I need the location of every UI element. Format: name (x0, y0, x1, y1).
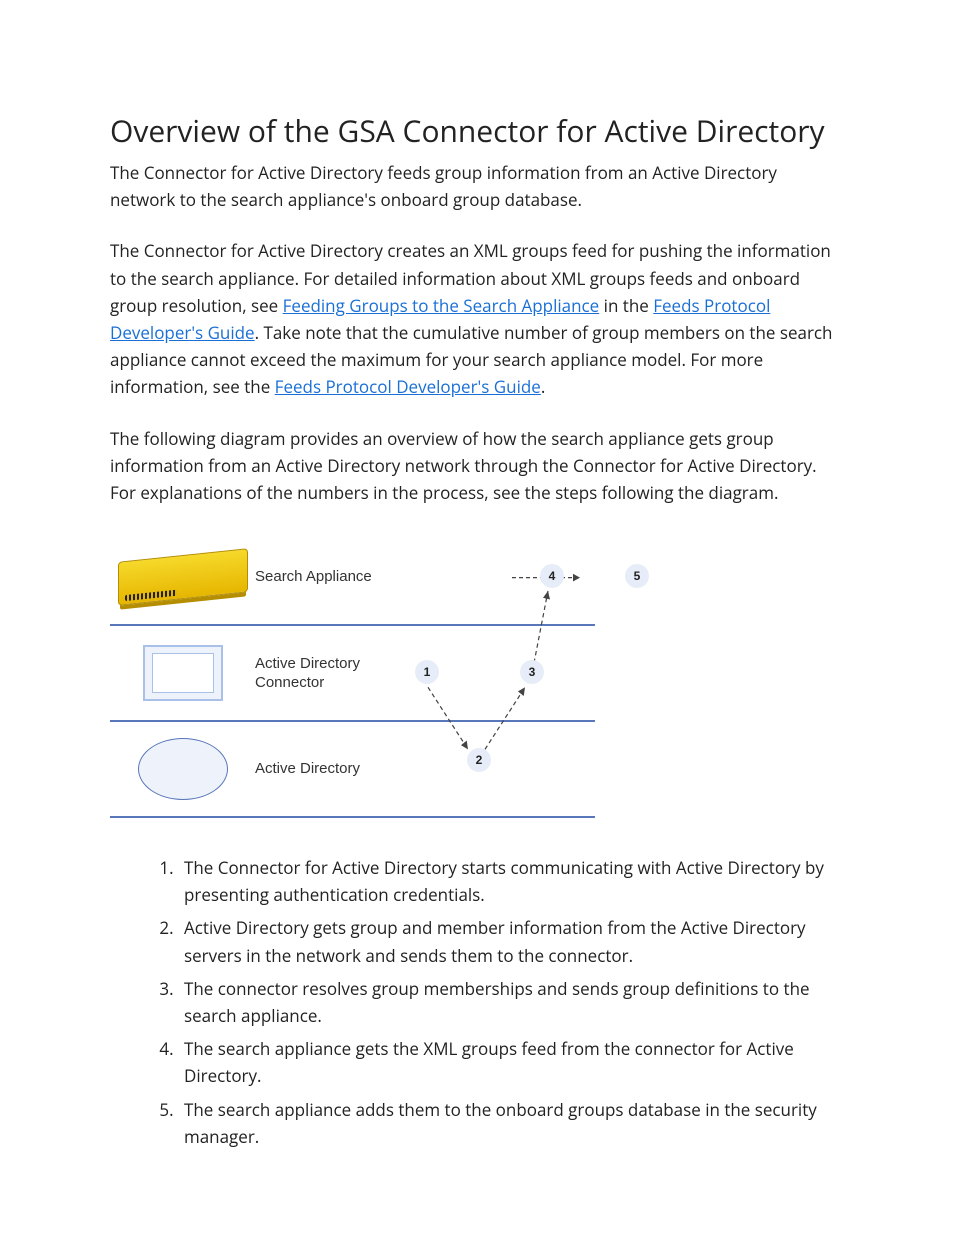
p2-end: . (541, 375, 545, 398)
step-4: The search appliance gets the XML groups… (178, 1035, 844, 1089)
intro-paragraph: The Connector for Active Directory feeds… (110, 159, 844, 213)
paragraph-3: The following diagram provides an overvi… (110, 425, 844, 507)
step-1: The Connector for Active Directory start… (178, 854, 844, 908)
steps-list: The Connector for Active Directory start… (156, 854, 844, 1150)
diagram-node-2: 2 (467, 748, 491, 772)
step-5: The search appliance adds them to the on… (178, 1096, 844, 1150)
p2-mid1: in the (599, 294, 653, 317)
active-directory-icon (138, 738, 228, 800)
diagram-row-appliance: Search Appliance 4 5 (110, 530, 595, 626)
diagram-row-connector: Active Directory Connector 1 3 (110, 626, 595, 722)
diagram-row-ad: Active Directory 2 (110, 722, 595, 818)
label-active-directory: Active Directory (255, 759, 375, 779)
document-page: Overview of the GSA Connector for Active… (0, 0, 954, 1235)
diagram-node-3: 3 (520, 660, 544, 684)
diagram-node-5: 5 (625, 564, 649, 588)
diagram-node-1: 1 (415, 660, 439, 684)
connector-icon (143, 645, 223, 701)
paragraph-2: The Connector for Active Directory creat… (110, 237, 844, 400)
page-title: Overview of the GSA Connector for Active… (110, 110, 844, 151)
label-connector: Active Directory Connector (255, 654, 375, 693)
step-3: The connector resolves group memberships… (178, 975, 844, 1029)
label-search-appliance: Search Appliance (255, 567, 375, 587)
search-appliance-icon (118, 548, 248, 606)
diagram-node-4: 4 (540, 564, 564, 588)
link-feeds-guide-2[interactable]: Feeds Protocol Developer's Guide (275, 375, 541, 398)
architecture-diagram: Search Appliance 4 5 Active Directory Co… (110, 530, 595, 818)
step-2: Active Directory gets group and member i… (178, 914, 844, 968)
link-feeding-groups[interactable]: Feeding Groups to the Search Appliance (283, 294, 600, 317)
